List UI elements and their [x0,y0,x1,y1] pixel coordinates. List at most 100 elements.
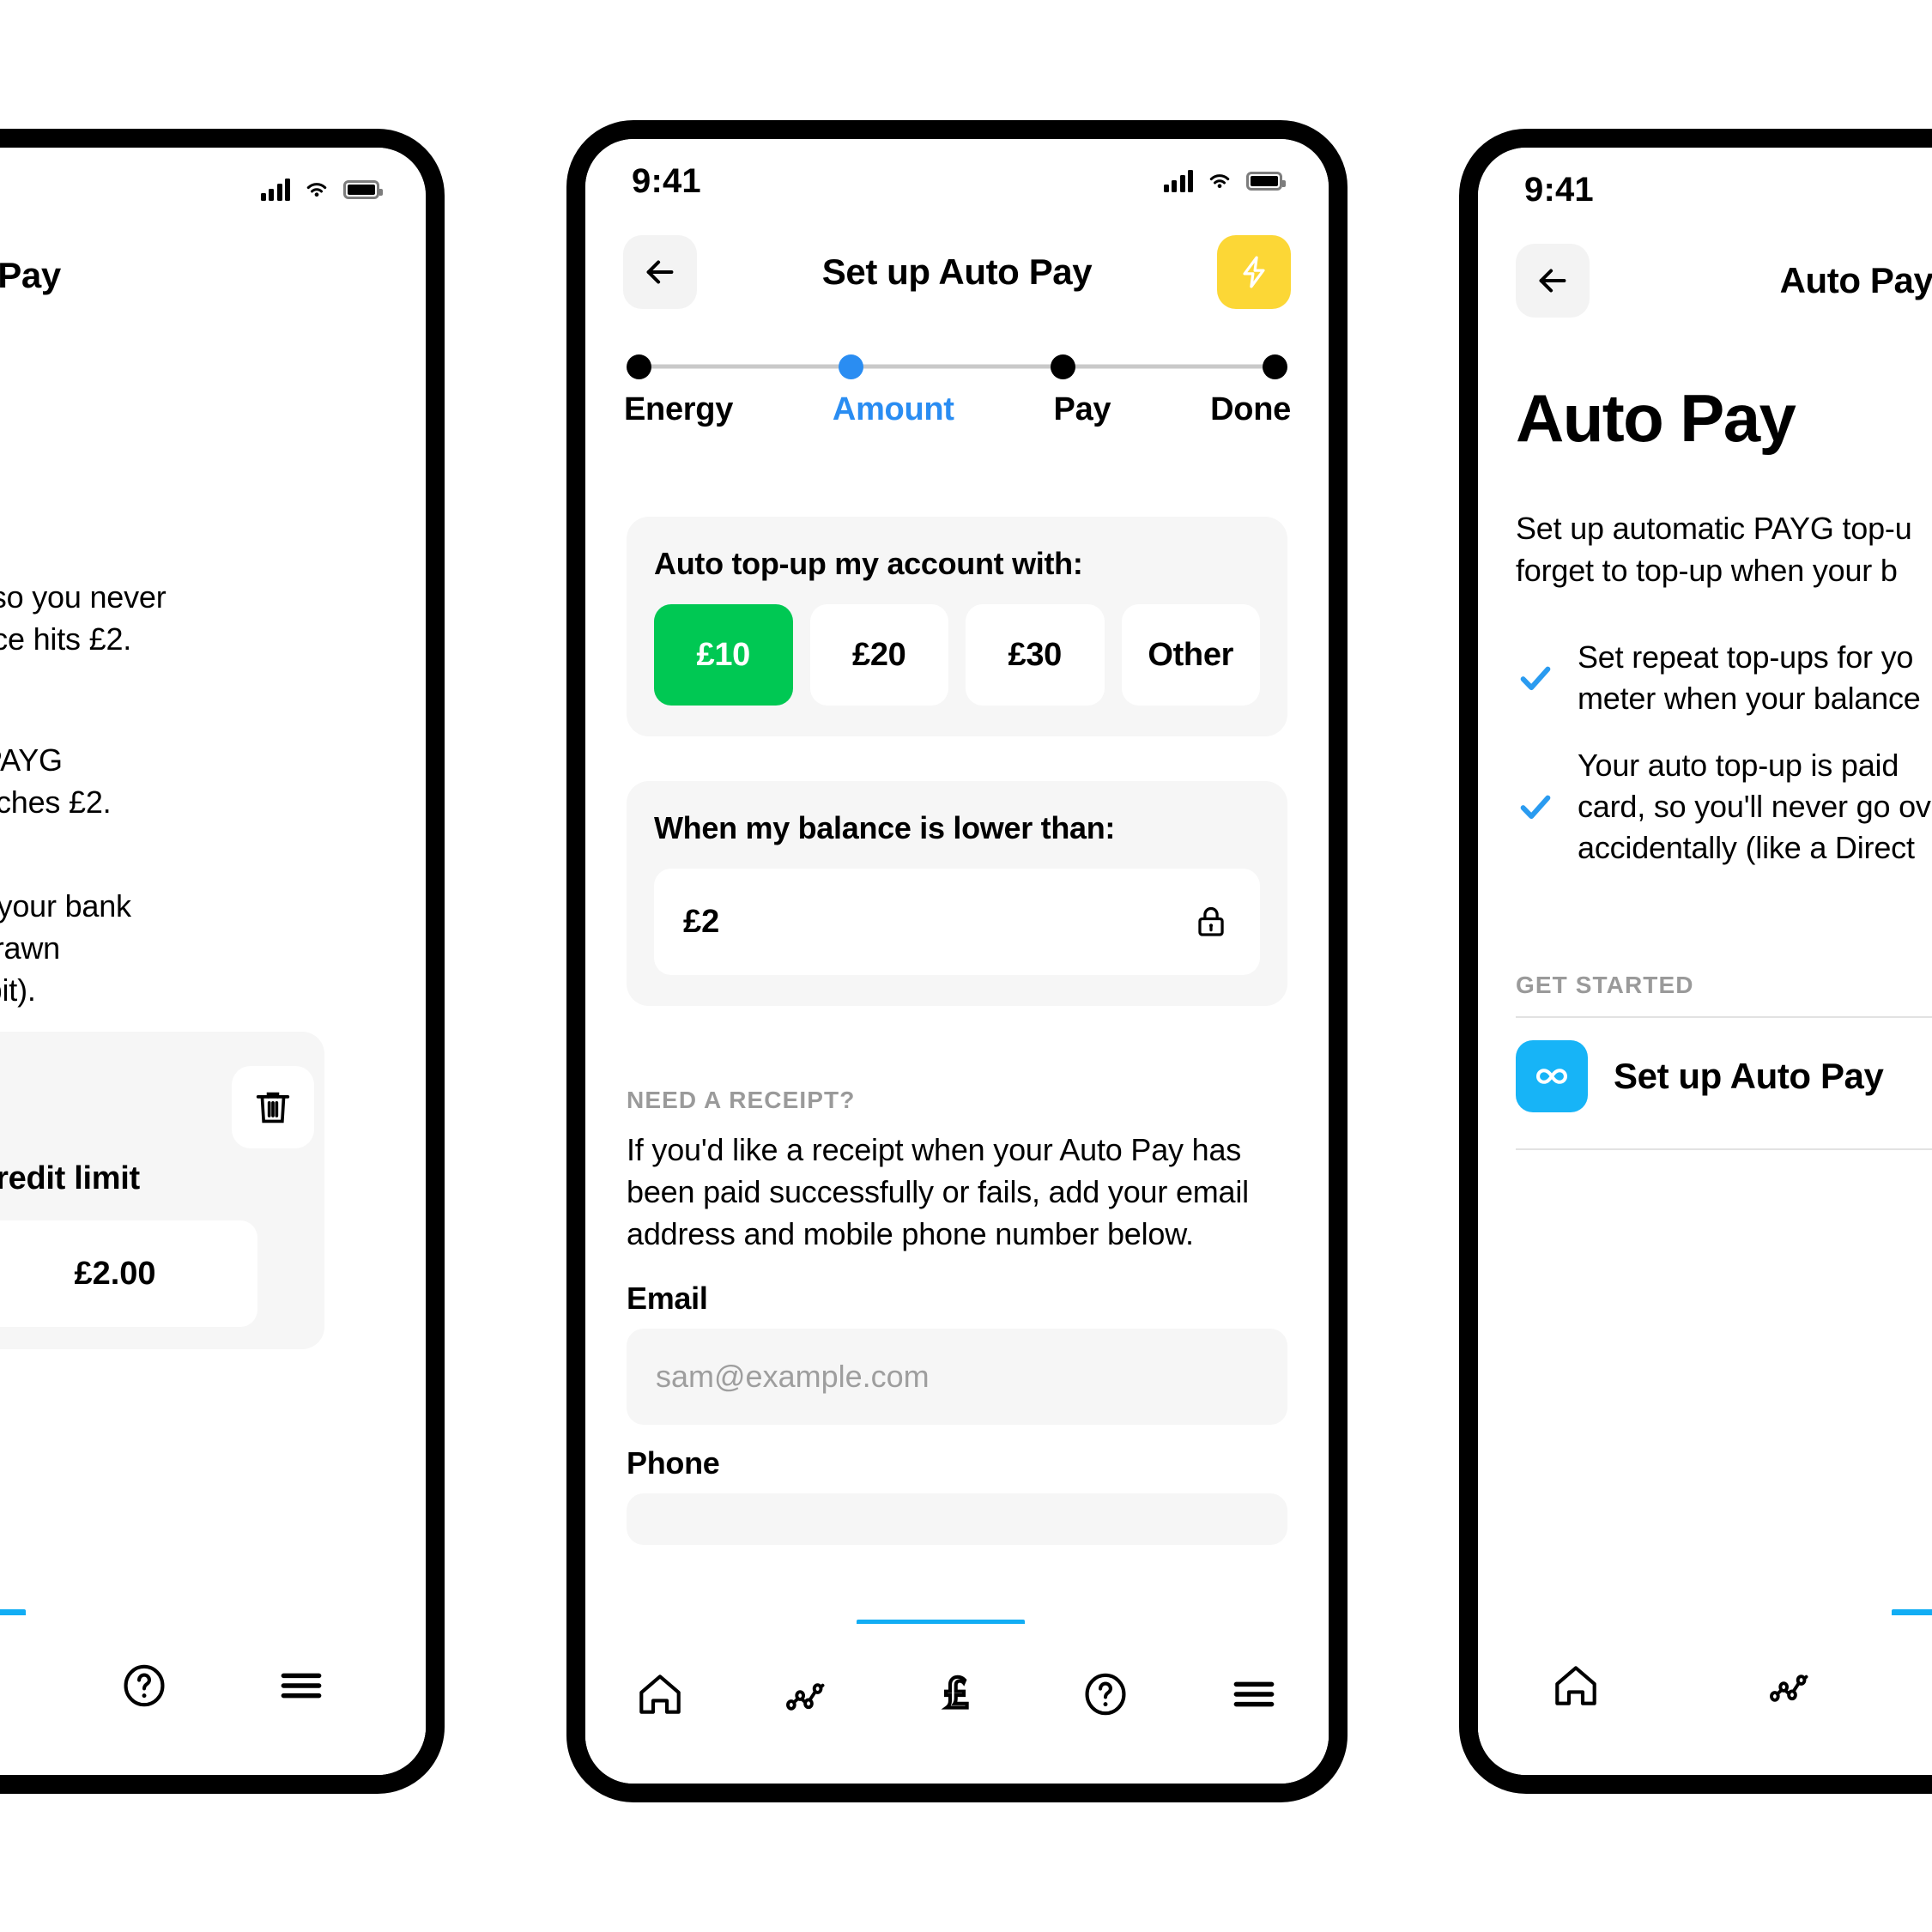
cellular-signal-icon [1163,170,1193,192]
nav-tab-menu-left[interactable] [269,1653,334,1718]
nav-tab-home-center[interactable] [627,1662,693,1727]
stepper-track [627,354,1287,379]
lock-icon [1198,906,1224,936]
threshold-value-field[interactable]: £2 [654,869,1260,975]
email-placeholder: sam@example.com [656,1359,930,1394]
pound-icon [0,1659,14,1712]
menu-icon [1233,1681,1275,1707]
paragraph-two-left: op-ups for your PAYG your balance reache… [0,742,112,820]
benefit-item: Your auto top-up is paid card, so you'll… [1516,745,1932,869]
amount-card-center: Auto top-up my account with: £10 £20 £30… [627,517,1287,736]
wifi-icon [306,183,327,197]
screen-left: Auto Pay c PAYG top-ups so you never whe… [0,148,426,1775]
stepper-dots [627,354,1287,379]
amount-option-20[interactable]: £20 [809,604,948,706]
get-started-kicker-right: GET STARTED [1516,972,1694,998]
benefit-text: Your auto top-up is paid card, so you'll… [1578,747,1931,865]
status-clock-right: 9:41 [1524,170,1594,209]
divider-bottom-right [1516,1148,1932,1150]
help-icon [1085,1673,1126,1716]
nav-header-center: Set up Auto Pay [585,225,1329,319]
arrow-left-icon [1539,269,1566,293]
nav-header-right: Auto Pay [1478,233,1932,328]
stepper-dot-amount[interactable] [839,354,863,379]
nav-title-left: Auto Pay [0,255,61,295]
phone-mockup-center: 9:41 Set up Auto Pay Energy Amount Pay D… [566,120,1348,1802]
nav-title-center: Set up Auto Pay [821,251,1093,292]
nav-header-left: Auto Pay [0,228,426,323]
nav-tab-help-left[interactable] [112,1653,177,1718]
nav-title-right: Auto Pay [1779,260,1932,300]
usage-chart-icon [785,1683,825,1711]
lightning-bolt-icon [1243,256,1265,288]
paragraph-one-left: c PAYG top-ups so you never when your ba… [0,579,167,657]
infinity-icon [1536,1069,1567,1084]
phone-mockup-left: Auto Pay c PAYG top-ups so you never whe… [0,129,445,1794]
stepper-label-pay: Pay [1053,391,1111,427]
screen-right: 9:41 Auto Pay Auto Pay Set up automatic … [1478,148,1932,1775]
stepper-dot-pay[interactable] [1051,354,1075,379]
status-icons-center [1163,168,1286,194]
bottom-nav-center [585,1624,1329,1784]
home-icon [639,1675,681,1714]
intro-paragraph-right: Set up automatic PAYG top-u forget to to… [1516,511,1912,588]
stepper-label-energy: Energy [624,391,734,427]
setup-auto-pay-row-right[interactable]: Set up Auto Pay [1516,1040,1884,1112]
status-bar-center: 9:41 [585,151,1329,211]
amount-card-title: Auto top-up my account with: [654,546,1083,581]
status-bar-right: 9:41 [1478,160,1932,220]
amount-option-other[interactable]: Other [1121,604,1260,706]
nav-tab-pound-left[interactable] [0,1653,20,1718]
check-icon [1520,666,1551,690]
bottom-nav-left [0,1615,426,1775]
status-icons-left [260,177,383,203]
divider-top-right [1516,1016,1932,1018]
stepper-label-amount: Amount [832,391,954,427]
amount-option-10[interactable]: £10 [654,604,793,706]
nav-tab-pound-center[interactable] [924,1662,990,1727]
check-icon-wrap [1516,658,1555,698]
wifi-icon [1209,174,1230,189]
phone-label-center: Phone [627,1445,720,1481]
nav-tab-home-right[interactable] [1543,1653,1608,1718]
back-button-right[interactable] [1516,244,1590,318]
screen-center: 9:41 Set up Auto Pay Energy Amount Pay D… [585,139,1329,1784]
battery-icon [343,180,383,199]
bottom-nav-right [1478,1615,1932,1775]
check-icon [1520,795,1551,819]
status-bar-left [0,160,426,220]
paragraph-three-left: p-up is paid with your bank ll never go … [0,888,131,1008]
amount-option-30[interactable]: £30 [966,604,1105,706]
quick-action-button-center[interactable] [1217,235,1291,309]
nav-tab-usage-center[interactable] [776,1662,841,1727]
amount-options: £10 £20 £30 Other [654,604,1260,706]
email-input-center[interactable]: sam@example.com [627,1329,1287,1425]
benefits-list-right: Set repeat top-ups for yo meter when you… [1516,637,1932,885]
trash-icon [256,1092,290,1123]
check-icon-wrap [1516,787,1555,827]
menu-icon [281,1673,322,1699]
page-title-right: Auto Pay [1516,380,1796,456]
threshold-value: £2 [683,903,720,940]
back-button-center[interactable] [623,235,697,309]
stepper-dot-done[interactable] [1263,354,1287,379]
credit-limit-label-left: Credit limit [0,1160,140,1196]
status-clock-center: 9:41 [632,161,701,200]
phone-mockup-right: 9:41 Auto Pay Auto Pay Set up automatic … [1459,129,1932,1794]
nav-tab-menu-center[interactable] [1221,1662,1287,1727]
home-icon [1555,1666,1596,1705]
nav-tab-usage-right[interactable] [1759,1653,1825,1718]
cellular-signal-icon [260,179,290,201]
nav-tab-help-center[interactable] [1073,1662,1138,1727]
arrow-left-icon [646,260,674,284]
receipt-kicker-center: NEED A RECEIPT? [627,1087,856,1113]
threshold-card-center: When my balance is lower than: £2 [627,781,1287,1006]
delete-button-left[interactable] [232,1066,314,1148]
battery-icon [1246,172,1286,191]
benefit-item: Set repeat top-ups for yo meter when you… [1516,637,1932,719]
pound-icon [941,1675,969,1710]
phone-input-center[interactable] [627,1493,1287,1545]
stepper-dot-energy[interactable] [627,354,651,379]
credit-limit-value-left[interactable]: £2.00 [0,1220,257,1327]
usage-chart-icon [1770,1675,1808,1702]
